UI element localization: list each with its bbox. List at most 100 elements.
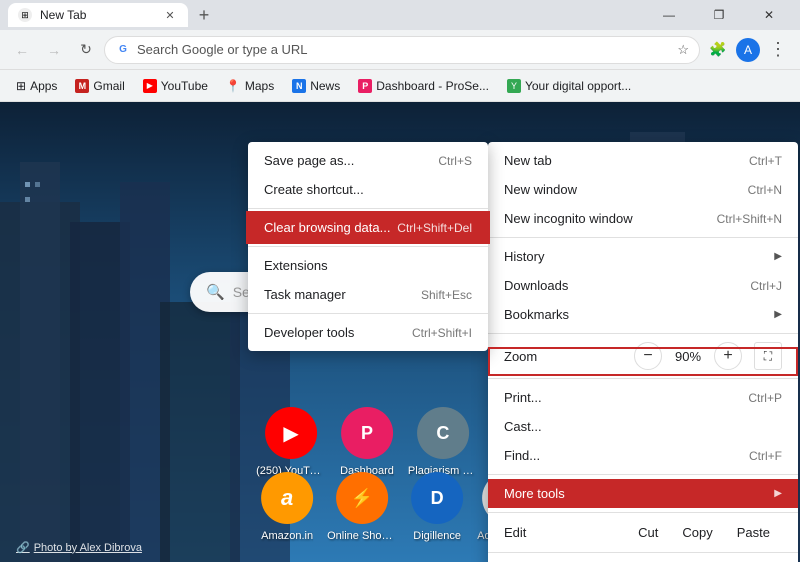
menu-separator-4 xyxy=(488,474,798,475)
account-button[interactable]: A xyxy=(734,36,762,64)
news-icon: N xyxy=(292,79,306,93)
mt-developer-tools[interactable]: Developer tools Ctrl+Shift+I xyxy=(248,318,488,347)
bookmark-label: Gmail xyxy=(93,79,124,93)
maximize-button[interactable]: ❐ xyxy=(696,0,742,30)
menu-new-tab-shortcut: Ctrl+T xyxy=(749,154,782,168)
menu-separator-2 xyxy=(488,333,798,334)
search-icon: 🔍 xyxy=(206,283,225,301)
tab-close-button[interactable]: ✕ xyxy=(162,7,178,23)
maps-icon: 📍 xyxy=(226,79,241,93)
shortcut-digillence[interactable]: D Digillence xyxy=(411,472,463,542)
menu-new-tab[interactable]: New tab Ctrl+T xyxy=(488,146,798,175)
address-bar[interactable]: G Search Google or type a URL ☆ xyxy=(104,36,700,64)
bookmark-apps[interactable]: ⊞ Apps xyxy=(8,75,65,97)
mt-task-manager[interactable]: Task manager Shift+Esc xyxy=(248,280,488,309)
menu-bookmarks[interactable]: Bookmarks ▶ xyxy=(488,300,798,329)
youtube-play-icon: ▶ xyxy=(283,421,298,446)
shortcut-dashboard[interactable]: P Dashboard xyxy=(340,407,394,477)
navigation-bar: ← → ↻ G Search Google or type a URL ☆ 🧩 … xyxy=(0,30,800,70)
bookmark-gmail[interactable]: M Gmail xyxy=(67,75,132,97)
minimize-button[interactable]: — xyxy=(646,0,692,30)
bookmark-digital[interactable]: Y Your digital opport... xyxy=(499,75,639,97)
bookmark-label: Your digital opport... xyxy=(525,79,631,93)
menu-downloads[interactable]: Downloads Ctrl+J xyxy=(488,271,798,300)
menu-find[interactable]: Find... Ctrl+F xyxy=(488,441,798,470)
back-button[interactable]: ← xyxy=(8,36,36,64)
menu-print[interactable]: Print... Ctrl+P xyxy=(488,383,798,412)
menu-history[interactable]: History ▶ xyxy=(488,242,798,271)
profile-avatar[interactable]: A xyxy=(736,38,760,62)
copy-button[interactable]: Copy xyxy=(670,521,724,544)
extensions-button[interactable]: 🧩 xyxy=(704,36,732,64)
menu-history-label: History xyxy=(504,249,544,264)
bookmark-maps[interactable]: 📍 Maps xyxy=(218,75,282,97)
shortcut-shop-label: Online Shopp... xyxy=(327,530,397,542)
shortcut-youtube[interactable]: ▶ (250) YouTube xyxy=(256,407,326,477)
bookmark-label: YouTube xyxy=(161,79,208,93)
chrome-menu[interactable]: New tab Ctrl+T New window Ctrl+N New inc… xyxy=(488,142,798,562)
mt-extensions-label: Extensions xyxy=(264,258,328,273)
mt-create-shortcut[interactable]: Create shortcut... xyxy=(248,175,488,204)
zoom-label: Zoom xyxy=(504,349,626,364)
more-tools-arrow-icon: ▶ xyxy=(774,488,782,499)
menu-new-tab-label: New tab xyxy=(504,153,552,168)
bookmark-label: Dashboard - ProSe... xyxy=(376,79,489,93)
refresh-button[interactable]: ↻ xyxy=(72,36,100,64)
menu-settings[interactable]: Settings xyxy=(488,557,798,562)
mt-clear-browsing[interactable]: Clear browsing data... Ctrl+Shift+Del xyxy=(248,213,488,242)
mt-save-page[interactable]: Save page as... Ctrl+S xyxy=(248,146,488,175)
menu-find-label: Find... xyxy=(504,448,540,463)
digital-icon: Y xyxy=(507,79,521,93)
shortcut-plagiarism[interactable]: C Plagiarism C... xyxy=(408,407,478,477)
shortcut-amazon-icon: a xyxy=(261,472,313,524)
new-tab-button[interactable]: + xyxy=(192,3,216,27)
zoom-fullscreen-button[interactable]: ⛶ xyxy=(754,342,782,370)
menu-button[interactable]: ⋮ xyxy=(764,36,792,64)
mt-extensions[interactable]: Extensions xyxy=(248,251,488,280)
mt-clear-label: Clear browsing data... xyxy=(264,220,390,235)
menu-print-label: Print... xyxy=(504,390,542,405)
shortcut-online-shop[interactable]: ⚡ Online Shopp... xyxy=(327,472,397,542)
mt-create-label: Create shortcut... xyxy=(264,182,364,197)
shortcut-plagiarism-icon: C xyxy=(417,407,469,459)
youtube-icon: ▶ xyxy=(143,79,157,93)
menu-downloads-shortcut: Ctrl+J xyxy=(750,279,782,293)
mt-save-label: Save page as... xyxy=(264,153,354,168)
shortcut-amazon[interactable]: a Amazon.in xyxy=(261,472,313,542)
paste-button[interactable]: Paste xyxy=(725,521,782,544)
mt-task-shortcut: Shift+Esc xyxy=(421,288,472,302)
shortcut-youtube-icon: ▶ xyxy=(265,407,317,459)
site-icon: G xyxy=(115,42,131,58)
menu-bookmarks-label: Bookmarks xyxy=(504,307,569,322)
shortcut-dashboard-icon: P xyxy=(341,407,393,459)
shortcut-amazon-label: Amazon.in xyxy=(261,530,313,542)
bookmark-news[interactable]: N News xyxy=(284,75,348,97)
dashboard-p-icon: P xyxy=(361,423,373,444)
photo-credit[interactable]: 🔗 Photo by Alex Dibrova xyxy=(16,541,142,554)
bookmark-star-icon[interactable]: ☆ xyxy=(677,42,689,58)
menu-edit-row: Edit Cut Copy Paste xyxy=(488,517,798,548)
shop-bolt-icon: ⚡ xyxy=(351,488,373,509)
menu-more-tools[interactable]: More tools ▶ xyxy=(488,479,798,508)
menu-incognito-label: New incognito window xyxy=(504,211,633,226)
nav-right-icons: 🧩 A ⋮ xyxy=(704,36,792,64)
zoom-minus-button[interactable]: − xyxy=(634,342,662,370)
close-button[interactable]: ✕ xyxy=(746,0,792,30)
bookmark-youtube[interactable]: ▶ YouTube xyxy=(135,75,216,97)
menu-cast[interactable]: Cast... xyxy=(488,412,798,441)
cut-button[interactable]: Cut xyxy=(626,521,670,544)
bookmark-dashboard[interactable]: P Dashboard - ProSe... xyxy=(350,75,497,97)
zoom-plus-button[interactable]: + xyxy=(714,342,742,370)
more-tools-submenu[interactable]: Save page as... Ctrl+S Create shortcut..… xyxy=(248,142,488,351)
menu-incognito[interactable]: New incognito window Ctrl+Shift+N xyxy=(488,204,798,233)
mt-separator-1 xyxy=(248,208,488,209)
zoom-value: 90% xyxy=(670,349,706,364)
active-tab[interactable]: ⊞ New Tab ✕ xyxy=(8,3,188,27)
menu-separator-1 xyxy=(488,237,798,238)
menu-new-window[interactable]: New window Ctrl+N xyxy=(488,175,798,204)
menu-downloads-label: Downloads xyxy=(504,278,568,293)
menu-separator-3 xyxy=(488,378,798,379)
forward-button[interactable]: → xyxy=(40,36,68,64)
history-arrow-icon: ▶ xyxy=(774,251,782,262)
menu-find-shortcut: Ctrl+F xyxy=(749,449,782,463)
